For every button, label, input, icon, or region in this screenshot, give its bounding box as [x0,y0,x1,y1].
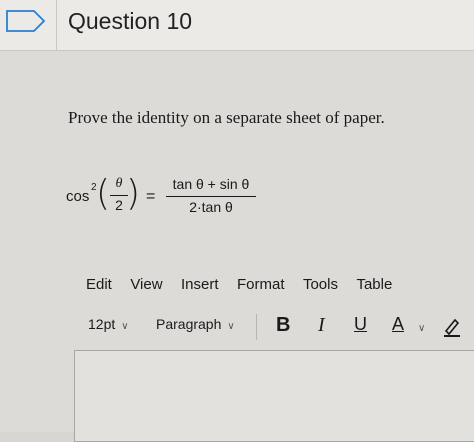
menu-table[interactable]: Table [356,276,392,293]
identity-equation: cos 2 ( θ 2 ) = tan θ + sin θ 2·tan θ [66,174,266,222]
answer-text-area[interactable] [74,350,474,442]
font-size-value: 12pt [88,316,116,332]
rhs-fraction: tan θ + sin θ 2·tan θ [166,176,256,215]
chevron-down-icon: ∨ [418,323,426,334]
text-color-button[interactable]: A [392,314,404,335]
cos-function: cos [66,188,90,205]
rhs-denominator: 2·tan θ [189,199,233,215]
highlighter-pen-icon [444,318,460,337]
menu-tools[interactable]: Tools [303,276,338,293]
toolbar-divider [256,314,257,340]
chevron-down-icon: ∨ [227,321,235,332]
block-format-select[interactable]: Paragraph ∨ [156,316,235,332]
bookmark-flag-icon [6,10,46,32]
menu-insert[interactable]: Insert [181,276,219,293]
flag-question-button[interactable] [0,0,57,50]
rhs-numerator: tan θ + sin θ [172,176,250,192]
highlight-button[interactable] [442,315,462,343]
question-header: Question 10 [0,0,474,51]
rhs-fraction-bar [166,196,256,197]
menu-format[interactable]: Format [237,276,285,293]
editor-toolbar: 12pt ∨ Paragraph ∨ B I U A ∨ [86,312,474,340]
equals-sign: = [146,188,156,205]
menu-view[interactable]: View [130,276,162,293]
left-paren: ( [96,173,111,214]
chevron-down-icon: ∨ [121,321,129,332]
bold-button[interactable]: B [276,314,290,337]
question-prompt: Prove the identity on a separate sheet o… [68,108,385,127]
editor-menubar: Edit View Insert Format Tools Table [86,276,406,298]
question-title: Question 10 [68,8,193,34]
text-color-dropdown[interactable]: ∨ [412,318,425,334]
block-format-value: Paragraph [156,316,222,332]
font-size-select[interactable]: 12pt ∨ [88,316,129,332]
right-paren: ) [126,173,141,214]
menu-edit[interactable]: Edit [86,276,112,293]
italic-button[interactable]: I [318,314,325,337]
underline-button[interactable]: U [354,314,367,335]
